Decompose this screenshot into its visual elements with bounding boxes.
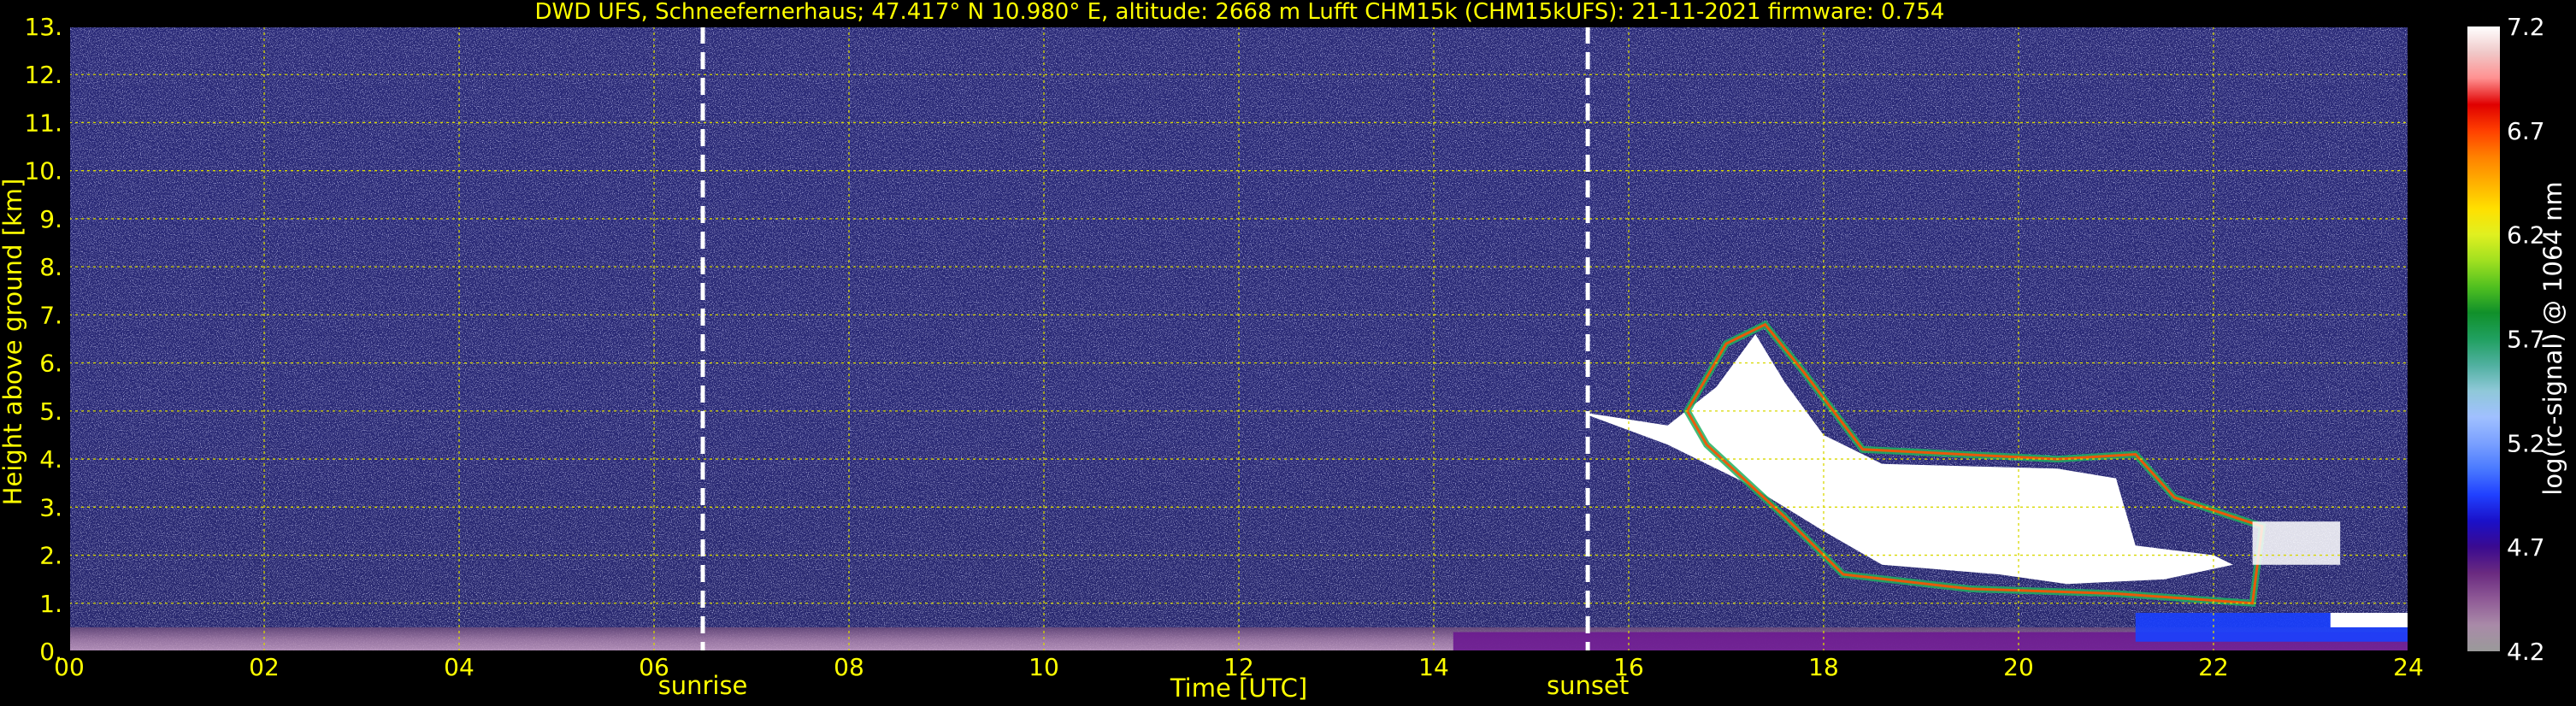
y-tick-label: 13. [24, 13, 62, 41]
y-tick-labels: 0.1.2.3.4.5.6.7.8.9.10.11.12.13. [24, 13, 62, 666]
chart-title: DWD UFS, Schneefernerhaus; 47.417° N 10.… [535, 0, 1945, 25]
x-tick-label: 04 [444, 653, 475, 681]
event-label: sunrise [658, 671, 748, 700]
x-tick-label: 06 [639, 653, 669, 681]
y-tick-label: 8. [39, 253, 62, 281]
low-cloud-core [2252, 521, 2341, 565]
y-tick-label: 12. [24, 61, 62, 89]
x-axis-label: Time [UTC] [1170, 674, 1307, 703]
y-tick-label: 2. [39, 542, 62, 570]
x-tick-label: 02 [249, 653, 280, 681]
x-tick-label: 14 [1418, 653, 1449, 681]
x-tick-label: 00 [54, 653, 85, 681]
colorbar: 7.26.76.25.75.24.74.2 log(rc-signal) @ 1… [2467, 13, 2567, 666]
x-tick-label: 16 [1613, 653, 1644, 681]
colorbar-tick-label: 4.7 [2507, 533, 2545, 562]
ceilometer-chart: DWD UFS, Schneefernerhaus; 47.417° N 10.… [0, 0, 2567, 703]
y-tick-label: 9. [39, 205, 62, 233]
x-tick-label: 20 [2003, 653, 2034, 681]
colorbar-tick-label: 7.2 [2507, 13, 2545, 41]
low-cloud-surface [2330, 613, 2408, 627]
y-tick-label: 4. [39, 445, 62, 474]
y-tick-label: 11. [24, 109, 62, 137]
x-tick-label: 10 [1029, 653, 1059, 681]
x-tick-label: 24 [2393, 653, 2424, 681]
x-tick-label: 08 [834, 653, 864, 681]
y-tick-label: 1. [39, 590, 62, 618]
colorbar-scale [2467, 26, 2500, 651]
x-tick-label: 22 [2198, 653, 2229, 681]
y-axis-label: Height above ground [km] [0, 179, 27, 506]
colorbar-tick-label: 4.2 [2507, 638, 2545, 666]
y-tick-label: 5. [39, 397, 62, 426]
y-tick-label: 7. [39, 301, 62, 329]
colorbar-label: log(rc-signal) @ 1064 nm [2538, 181, 2567, 495]
colorbar-tick-label: 6.7 [2507, 117, 2545, 145]
x-tick-label: 18 [1808, 653, 1839, 681]
plot-area: sunrise sunset [68, 26, 2409, 700]
y-tick-label: 3. [39, 493, 62, 521]
y-tick-label: 10. [24, 157, 62, 185]
y-tick-label: 6. [39, 350, 62, 378]
